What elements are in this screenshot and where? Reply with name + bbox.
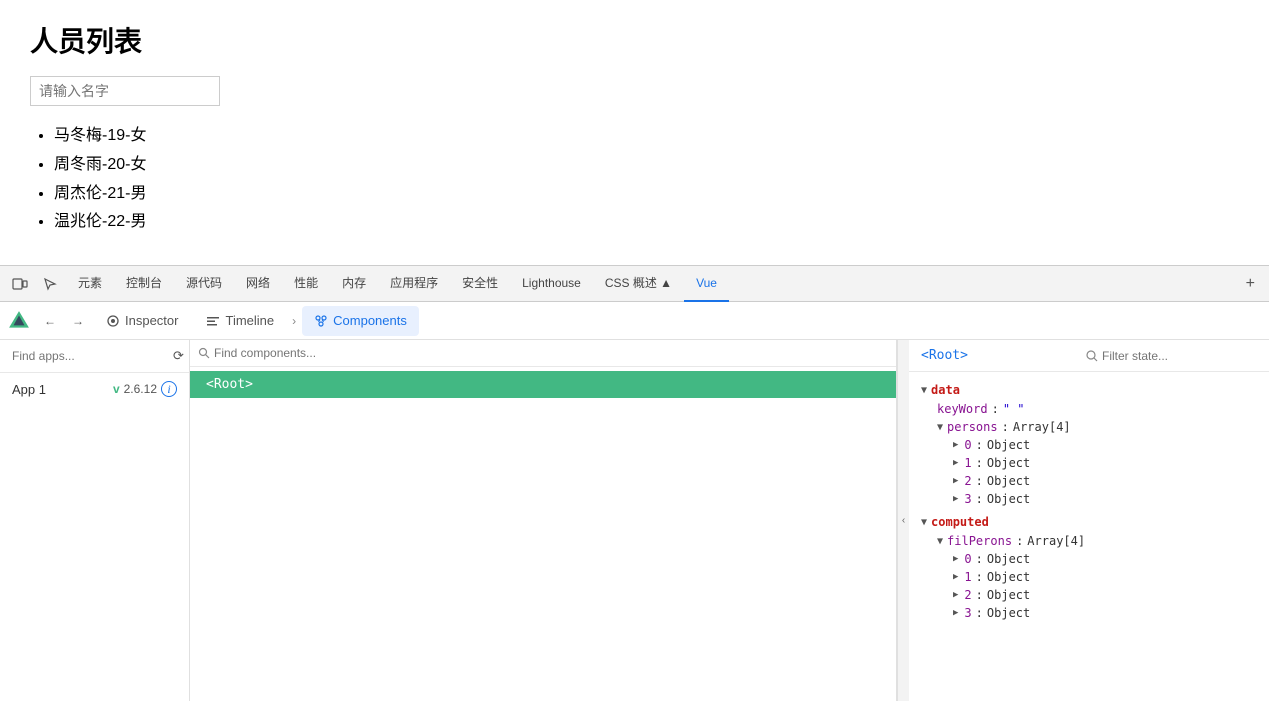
devtools-tabs: 元素 控制台 源代码 网络 性能 内存 应用程序 安全性 Lighthouse … xyxy=(66,266,1236,302)
data-section: data keyWord : " " persons : Array[4] xyxy=(909,380,1269,508)
filperons-0-arrow xyxy=(953,554,958,564)
center-search-row xyxy=(190,340,896,367)
computed-section-header[interactable]: computed xyxy=(909,512,1269,532)
list-item: 周杰伦-21-男 xyxy=(54,180,1239,209)
collapse-left-panel-button[interactable]: ‹ xyxy=(897,340,909,701)
tab-security[interactable]: 安全性 xyxy=(450,266,510,302)
filperons-item[interactable]: filPerons : Array[4] xyxy=(909,532,1269,550)
data-section-header[interactable]: data xyxy=(909,380,1269,400)
tab-timeline[interactable]: Timeline xyxy=(194,306,286,336)
right-panel: <Root> data xyxy=(909,340,1269,701)
app-version-row: v 2.6.12 i xyxy=(113,381,177,397)
device-toggle-icon[interactable] xyxy=(6,270,34,298)
tab-inspector[interactable]: Inspector xyxy=(94,306,190,336)
breadcrumb-arrow: › xyxy=(292,314,296,328)
data-section-name: data xyxy=(931,383,960,397)
page-title: 人员列表 xyxy=(30,20,1239,60)
tab-console[interactable]: 控制台 xyxy=(114,266,174,302)
timeline-tab-label: Timeline xyxy=(225,313,274,328)
app-info-icon: i xyxy=(161,381,177,397)
tab-memory[interactable]: 内存 xyxy=(330,266,378,302)
persons-2-item[interactable]: 2 : Object xyxy=(909,472,1269,490)
filter-state-input[interactable] xyxy=(1102,349,1257,363)
name-search-input[interactable] xyxy=(30,76,220,106)
right-root-label: <Root> xyxy=(921,348,968,363)
root-component-item[interactable]: <Root> xyxy=(190,371,896,398)
tab-components[interactable]: Components xyxy=(302,306,419,336)
computed-section: computed filPerons : Array[4] 0 : Object xyxy=(909,512,1269,622)
tab-css-overview[interactable]: CSS 概述 ▲ xyxy=(593,266,684,302)
add-tab-button[interactable]: + xyxy=(1238,266,1263,302)
find-components-input[interactable] xyxy=(214,346,888,360)
persons-arrow xyxy=(937,422,943,433)
filperons-2-arrow xyxy=(953,590,958,600)
list-item: 周冬雨-20-女 xyxy=(54,151,1239,180)
left-panel: ⟳ App 1 v 2.6.12 i xyxy=(0,340,190,701)
persons-3-arrow xyxy=(953,494,958,504)
keyword-item: keyWord : " " xyxy=(909,400,1269,418)
data-collapse-arrow xyxy=(921,385,927,396)
tab-lighthouse[interactable]: Lighthouse xyxy=(510,266,593,302)
components-icon xyxy=(314,314,328,328)
select-element-icon[interactable] xyxy=(36,270,64,298)
devtools-panel: 元素 控制台 源代码 网络 性能 内存 应用程序 安全性 Lighthouse … xyxy=(0,265,1269,701)
find-apps-input[interactable] xyxy=(12,349,167,363)
state-tree: data keyWord : " " persons : Array[4] xyxy=(909,372,1269,701)
person-list: 马冬梅-19-女 周冬雨-20-女 周杰伦-21-男 温兆伦-22-男 xyxy=(30,122,1239,237)
tab-network[interactable]: 网络 xyxy=(234,266,282,302)
filperons-2-item[interactable]: 2 : Object xyxy=(909,586,1269,604)
persons-1-item[interactable]: 1 : Object xyxy=(909,454,1269,472)
filperons-3-arrow xyxy=(953,608,958,618)
app-label: App 1 xyxy=(12,382,46,397)
main-content: 人员列表 马冬梅-19-女 周冬雨-20-女 周杰伦-21-男 温兆伦-22-男 xyxy=(0,0,1269,265)
tab-sources[interactable]: 源代码 xyxy=(174,266,234,302)
vue-logo-icon xyxy=(8,310,30,332)
persons-0-item[interactable]: 0 : Object xyxy=(909,436,1269,454)
persons-item[interactable]: persons : Array[4] xyxy=(909,418,1269,436)
computed-section-name: computed xyxy=(931,515,989,529)
left-search-row: ⟳ xyxy=(0,340,189,373)
vue-devtools-row: ← → Inspector Timeline › xyxy=(0,302,1269,340)
forward-arrow-button[interactable]: → xyxy=(66,309,90,333)
component-tree: <Root> xyxy=(190,367,896,701)
filter-state-row xyxy=(1085,349,1257,363)
devtools-main: ⟳ App 1 v 2.6.12 i xyxy=(0,340,1269,701)
center-panel-wrapper: <Root> ‹ xyxy=(190,340,909,701)
components-tab-label: Components xyxy=(333,313,407,328)
timeline-icon xyxy=(206,314,220,328)
tab-elements[interactable]: 元素 xyxy=(66,266,114,302)
list-item: 马冬梅-19-女 xyxy=(54,122,1239,151)
filperons-0-item[interactable]: 0 : Object xyxy=(909,550,1269,568)
list-item: 温兆伦-22-男 xyxy=(54,208,1239,237)
inspector-tab-label: Inspector xyxy=(125,313,178,328)
persons-2-arrow xyxy=(953,476,958,486)
tab-vue[interactable]: Vue xyxy=(684,266,729,302)
filperons-arrow xyxy=(937,536,943,547)
vue-version-icon: v xyxy=(113,382,120,396)
filperons-1-arrow xyxy=(953,572,958,582)
persons-1-arrow xyxy=(953,458,958,468)
right-panel-header: <Root> xyxy=(909,340,1269,372)
center-search-icon xyxy=(198,347,210,359)
filperons-3-item[interactable]: 3 : Object xyxy=(909,604,1269,622)
tab-application[interactable]: 应用程序 xyxy=(378,266,450,302)
app-list-item[interactable]: App 1 v 2.6.12 i xyxy=(0,373,189,405)
persons-3-item[interactable]: 3 : Object xyxy=(909,490,1269,508)
center-panel: <Root> xyxy=(190,340,897,701)
back-arrow-button[interactable]: ← xyxy=(38,309,62,333)
collapse-arrow-icon: ‹ xyxy=(902,515,905,526)
refresh-button[interactable]: ⟳ xyxy=(171,346,186,366)
devtools-toolbar: 元素 控制台 源代码 网络 性能 内存 应用程序 安全性 Lighthouse … xyxy=(0,266,1269,302)
persons-0-arrow xyxy=(953,440,958,450)
filperons-1-item[interactable]: 1 : Object xyxy=(909,568,1269,586)
inspector-icon xyxy=(106,314,120,328)
filter-icon xyxy=(1085,349,1098,362)
app-version: 2.6.12 xyxy=(124,382,157,396)
root-component-label: <Root> xyxy=(206,377,253,392)
computed-collapse-arrow xyxy=(921,517,927,528)
tab-performance[interactable]: 性能 xyxy=(282,266,330,302)
